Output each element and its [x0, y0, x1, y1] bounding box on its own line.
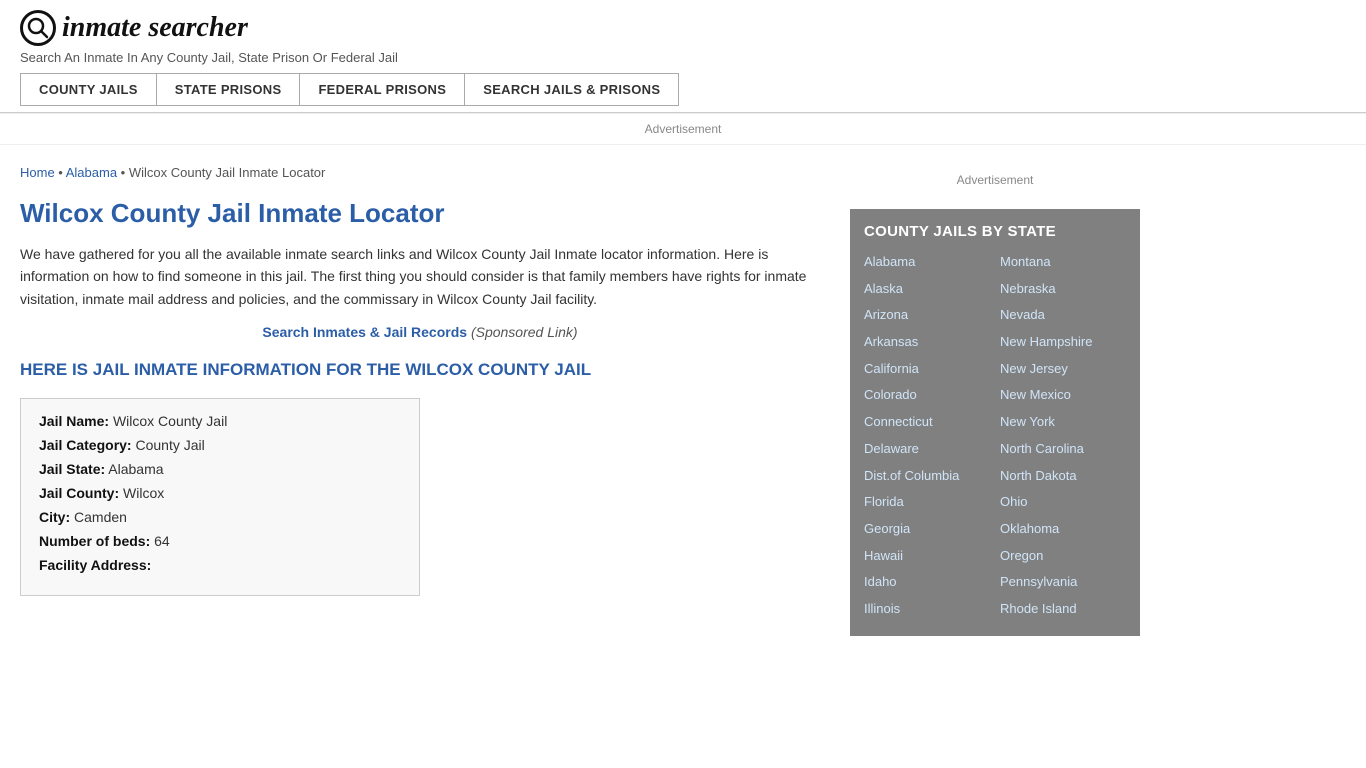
- jail-county-label: Jail County:: [39, 485, 119, 501]
- sidebar-ad: Advertisement: [850, 165, 1140, 195]
- state-link[interactable]: Montana: [1000, 250, 1126, 275]
- state-grid: Alabama Montana Alaska Nebraska Arizona Nevad…: [864, 250, 1126, 622]
- page-title: Wilcox County Jail Inmate Locator: [20, 198, 820, 229]
- state-box-title: COUNTY JAILS BY STATE: [864, 223, 1126, 240]
- breadcrumb: Home • Alabama • Wilcox County Jail Inma…: [20, 165, 820, 180]
- state-link[interactable]: Rhode Island: [1000, 597, 1126, 622]
- state-link[interactable]: Arkansas: [864, 330, 990, 355]
- state-link[interactable]: North Carolina: [1000, 437, 1126, 462]
- tagline: Search An Inmate In Any County Jail, Sta…: [20, 50, 1346, 65]
- state-link[interactable]: New Mexico: [1000, 383, 1126, 408]
- content-area: Home • Alabama • Wilcox County Jail Inma…: [20, 155, 840, 646]
- jail-county-value: Wilcox: [123, 485, 164, 501]
- nav-search[interactable]: SEARCH JAILS & PRISONS: [465, 74, 678, 105]
- state-link[interactable]: Delaware: [864, 437, 990, 462]
- address-label: Facility Address:: [39, 557, 151, 573]
- state-link[interactable]: Connecticut: [864, 410, 990, 435]
- state-link[interactable]: California: [864, 357, 990, 382]
- sponsored-link[interactable]: Search Inmates & Jail Records: [262, 324, 467, 340]
- state-link[interactable]: Nevada: [1000, 303, 1126, 328]
- state-link[interactable]: Colorado: [864, 383, 990, 408]
- sponsored-label: (Sponsored Link): [471, 324, 578, 340]
- nav-state-prisons[interactable]: STATE PRISONS: [157, 74, 301, 105]
- state-link[interactable]: North Dakota: [1000, 464, 1126, 489]
- info-row-county: Jail County: Wilcox: [39, 485, 401, 501]
- info-row-address: Facility Address:: [39, 557, 401, 573]
- logo-area: inmate searcher: [20, 10, 1346, 46]
- sponsored-section: Search Inmates & Jail Records (Sponsored…: [20, 324, 820, 340]
- breadcrumb-state[interactable]: Alabama: [66, 165, 117, 180]
- state-link[interactable]: Arizona: [864, 303, 990, 328]
- state-link[interactable]: New York: [1000, 410, 1126, 435]
- info-row-state: Jail State: Alabama: [39, 461, 401, 477]
- state-link[interactable]: Pennsylvania: [1000, 570, 1126, 595]
- state-link[interactable]: Alaska: [864, 277, 990, 302]
- jail-category-value: County Jail: [135, 437, 204, 453]
- jail-name-value: Wilcox County Jail: [113, 413, 227, 429]
- state-link[interactable]: Hawaii: [864, 544, 990, 569]
- nav-federal-prisons[interactable]: FEDERAL PRISONS: [300, 74, 465, 105]
- state-link[interactable]: Dist.of Columbia: [864, 464, 990, 489]
- nav-county-jails[interactable]: COUNTY JAILS: [21, 74, 157, 105]
- logo-icon: [20, 10, 56, 46]
- state-link[interactable]: Georgia: [864, 517, 990, 542]
- logo-text: inmate searcher: [62, 12, 248, 44]
- info-row-name: Jail Name: Wilcox County Jail: [39, 413, 401, 429]
- city-label: City:: [39, 509, 70, 525]
- beds-label: Number of beds:: [39, 533, 150, 549]
- state-link[interactable]: Oregon: [1000, 544, 1126, 569]
- state-link[interactable]: New Jersey: [1000, 357, 1126, 382]
- section-heading: HERE IS JAIL INMATE INFORMATION FOR THE …: [20, 358, 820, 382]
- jail-state-value: Alabama: [108, 461, 163, 477]
- state-link[interactable]: Idaho: [864, 570, 990, 595]
- info-row-city: City: Camden: [39, 509, 401, 525]
- sidebar: Advertisement COUNTY JAILS BY STATE Alab…: [840, 155, 1140, 646]
- info-box: Jail Name: Wilcox County Jail Jail Categ…: [20, 398, 420, 596]
- description: We have gathered for you all the availab…: [20, 243, 820, 310]
- info-row-category: Jail Category: County Jail: [39, 437, 401, 453]
- state-link[interactable]: Alabama: [864, 250, 990, 275]
- jail-name-label: Jail Name:: [39, 413, 109, 429]
- beds-value: 64: [154, 533, 170, 549]
- jail-category-label: Jail Category:: [39, 437, 132, 453]
- main-nav: COUNTY JAILS STATE PRISONS FEDERAL PRISO…: [20, 73, 679, 106]
- jail-state-label: Jail State:: [39, 461, 105, 477]
- state-link[interactable]: Illinois: [864, 597, 990, 622]
- state-link[interactable]: New Hampshire: [1000, 330, 1126, 355]
- state-link[interactable]: Nebraska: [1000, 277, 1126, 302]
- state-link[interactable]: Ohio: [1000, 490, 1126, 515]
- breadcrumb-home[interactable]: Home: [20, 165, 55, 180]
- breadcrumb-current: Wilcox County Jail Inmate Locator: [129, 165, 326, 180]
- city-value: Camden: [74, 509, 127, 525]
- state-link[interactable]: Florida: [864, 490, 990, 515]
- state-link[interactable]: Oklahoma: [1000, 517, 1126, 542]
- ad-bar: Advertisement: [0, 113, 1366, 145]
- main-container: Home • Alabama • Wilcox County Jail Inma…: [0, 155, 1366, 646]
- site-header: inmate searcher Search An Inmate In Any …: [0, 0, 1366, 113]
- info-row-beds: Number of beds: 64: [39, 533, 401, 549]
- state-box: COUNTY JAILS BY STATE Alabama Montana Alas…: [850, 209, 1140, 636]
